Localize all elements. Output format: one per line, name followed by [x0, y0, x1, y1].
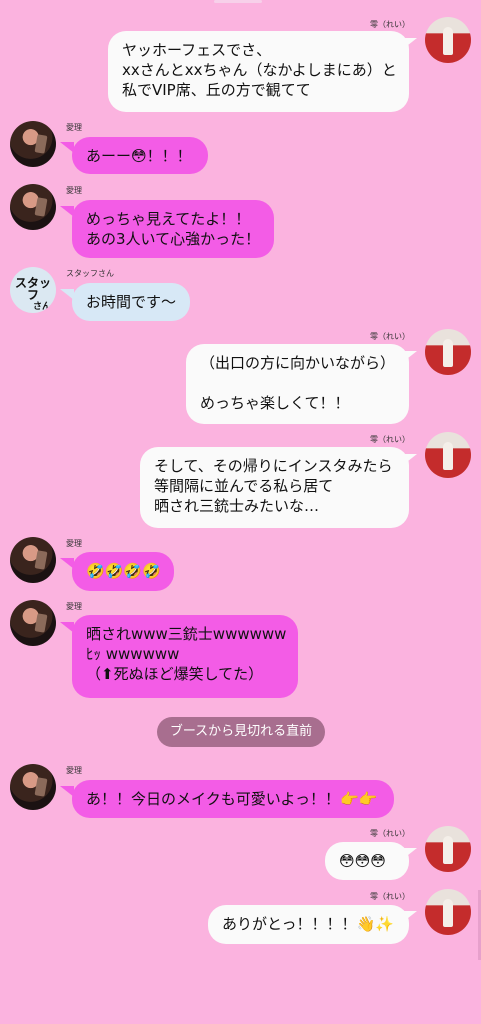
- sender-name: スタッフさん: [66, 269, 114, 278]
- sender-name: 愛理: [66, 123, 82, 132]
- sender-name: 零（れい）: [370, 892, 410, 901]
- sender-name: 愛理: [66, 602, 82, 611]
- message-bubble[interactable]: 🤣🤣🤣🤣: [72, 552, 174, 591]
- avatar[interactable]: [425, 329, 471, 375]
- message-bubble[interactable]: 😳😳😳: [325, 842, 409, 880]
- avatar[interactable]: [425, 17, 471, 63]
- sender-name: 零（れい）: [370, 435, 410, 444]
- avatar[interactable]: [425, 432, 471, 478]
- avatar[interactable]: [10, 600, 56, 646]
- staff-logo: スタッフ さん: [11, 277, 55, 313]
- avatar[interactable]: スタッフ さん: [10, 267, 56, 313]
- message-bubble[interactable]: 晒されwww三銃士wwwwww ﾋｯ wwwwww （⬆死ぬほど爆笑してた）: [72, 615, 298, 698]
- message-bubble[interactable]: （出口の方に向かいながら） めっちゃ楽しくて！！: [186, 344, 409, 424]
- avatar[interactable]: [10, 537, 56, 583]
- avatar[interactable]: [10, 121, 56, 167]
- avatar[interactable]: [425, 826, 471, 872]
- message-bubble[interactable]: ありがとっ！！！！👋✨: [208, 905, 409, 944]
- sender-name: 愛理: [66, 539, 82, 548]
- sender-name: 零（れい）: [370, 829, 410, 838]
- top-strip: [214, 0, 262, 3]
- sender-name: 愛理: [66, 766, 82, 775]
- message-bubble[interactable]: めっちゃ見えてたよ！！ あの3人いて心強かった！: [72, 200, 274, 258]
- message-bubble[interactable]: あーー😳！！！: [72, 137, 208, 174]
- message-bubble[interactable]: あ！！今日のメイクも可愛いよっ！！👉👉: [72, 780, 394, 818]
- sender-name: 愛理: [66, 186, 82, 195]
- message-bubble[interactable]: ヤッホーフェスでさ、 xxさんとxxちゃん（なかよしまにあ）と 私でVIP席、丘…: [108, 31, 409, 112]
- staff-logo-line2: さん: [32, 302, 51, 312]
- sender-name: 零（れい）: [370, 20, 410, 29]
- message-bubble[interactable]: そして、その帰りにインスタみたら 等間隔に並んでる私ら居て 晒され三銃士みたいな…: [140, 447, 409, 528]
- avatar[interactable]: [425, 889, 471, 935]
- avatar[interactable]: [10, 184, 56, 230]
- avatar[interactable]: [10, 764, 56, 810]
- staff-logo-line1: スタッフ: [14, 276, 51, 302]
- sender-name: 零（れい）: [370, 332, 410, 341]
- system-divider: ブースから見切れる直前: [157, 717, 325, 747]
- message-bubble[interactable]: お時間です〜: [72, 283, 190, 321]
